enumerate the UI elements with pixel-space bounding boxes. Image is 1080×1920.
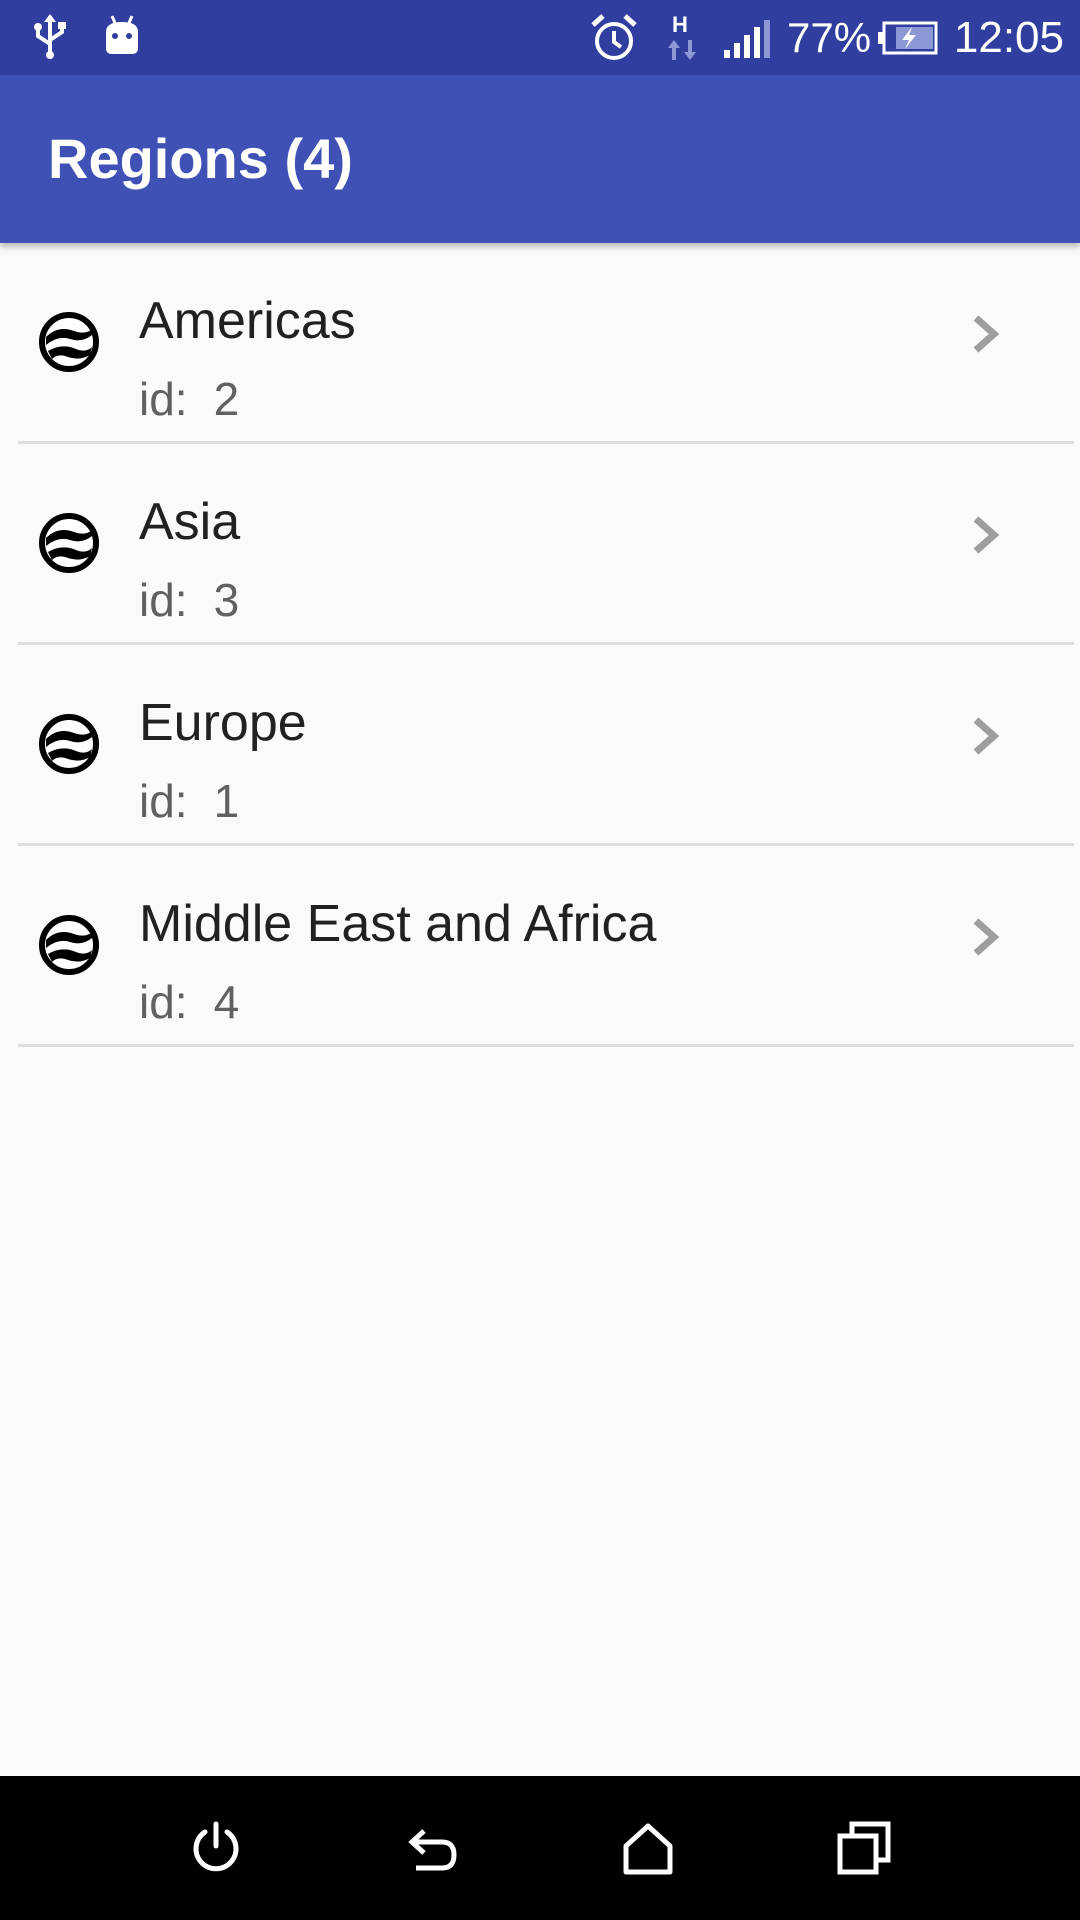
- back-icon[interactable]: [404, 1820, 460, 1876]
- list-item-subtitle: id: 1: [139, 774, 239, 828]
- clock-time: 12:05: [953, 13, 1064, 62]
- home-icon[interactable]: [620, 1820, 676, 1876]
- alarm-icon: [591, 14, 637, 60]
- list-item-title: Asia: [139, 493, 241, 551]
- globe-icon: [39, 915, 99, 975]
- list-item-europe[interactable]: Europe id: 1: [0, 645, 1080, 846]
- svg-text:H: H: [672, 12, 688, 37]
- id-label: id:: [139, 775, 188, 827]
- battery-charging-icon: [878, 21, 938, 55]
- id-label: id:: [139, 373, 188, 425]
- id-value: 1: [213, 775, 240, 827]
- id-value: 4: [213, 976, 240, 1028]
- id-value: 3: [213, 574, 240, 626]
- list-item-title: Europe: [139, 694, 307, 752]
- id-value: 2: [213, 373, 240, 425]
- h-data-icon: H: [668, 12, 696, 60]
- power-icon[interactable]: [188, 1820, 244, 1876]
- chevron-right-icon: [973, 516, 1000, 554]
- chevron-right-icon: [973, 717, 1000, 755]
- list-item-subtitle: id: 4: [139, 975, 239, 1029]
- list-item-americas[interactable]: Americas id: 2: [0, 243, 1080, 444]
- list-item-asia[interactable]: Asia id: 3: [0, 444, 1080, 645]
- divider: [18, 1044, 1074, 1047]
- globe-icon: [39, 312, 99, 372]
- android-debug-icon: [106, 15, 138, 54]
- signal-icon: [724, 20, 770, 58]
- navigation-bar: [0, 1776, 1080, 1920]
- regions-list: Americas id: 2 Asia id: 3 Europe id: 1 M…: [0, 243, 1080, 1047]
- list-item-subtitle: id: 2: [139, 372, 239, 426]
- chevron-right-icon: [973, 315, 1000, 353]
- globe-icon: [39, 513, 99, 573]
- recent-apps-icon[interactable]: [836, 1820, 892, 1876]
- list-item-title: Americas: [139, 292, 356, 350]
- status-bar: H 77% 12:05: [0, 0, 1080, 75]
- list-item-middle-east-and-africa[interactable]: Middle East and Africa id: 4: [0, 846, 1080, 1047]
- chevron-right-icon: [973, 918, 1000, 956]
- list-item-title: Middle East and Africa: [139, 895, 657, 953]
- list-item-subtitle: id: 3: [139, 573, 239, 627]
- usb-icon: [34, 14, 66, 59]
- app-bar: Regions (4): [0, 75, 1080, 243]
- id-label: id:: [139, 574, 188, 626]
- page-title: Regions (4): [48, 127, 353, 190]
- battery-percent: 77%: [787, 14, 872, 61]
- id-label: id:: [139, 976, 188, 1028]
- globe-icon: [39, 714, 99, 774]
